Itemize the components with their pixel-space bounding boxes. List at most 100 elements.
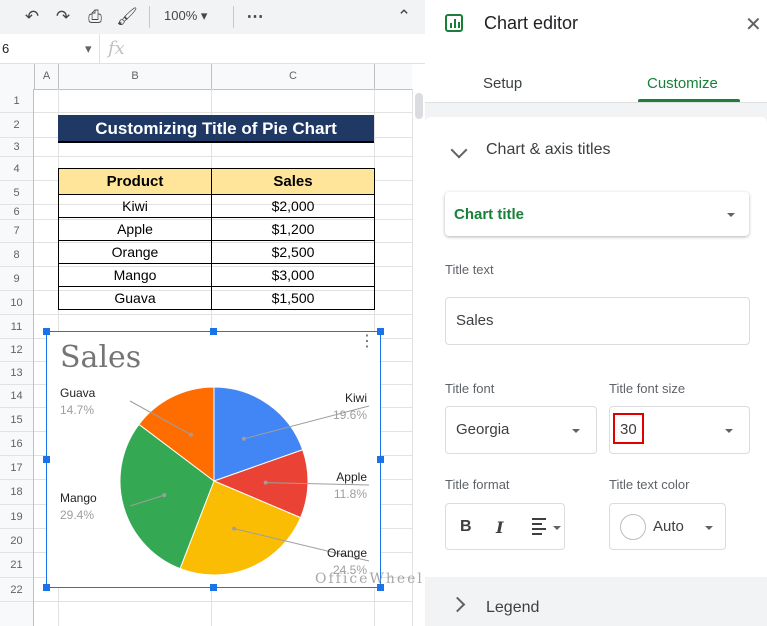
chevron-down-icon: ▾ (85, 41, 92, 56)
title-text-label: Title text (445, 262, 494, 277)
row-header-22[interactable]: 22 (0, 578, 33, 602)
pie-chart[interactable]: Sales ⋮ Kiwi 19.6% Apple 11.8% Orange 24.5% Ma… (43, 328, 384, 591)
product-cell[interactable]: Apple (58, 217, 212, 241)
row-header-16[interactable]: 16 (0, 432, 33, 456)
vertical-scrollbar[interactable] (412, 89, 426, 626)
title-font-select[interactable]: Georgia (445, 406, 597, 454)
header-product[interactable]: Product (58, 168, 212, 195)
leader-dot (232, 526, 237, 531)
data-table: Product Sales Kiwi $2,000 Apple $1,200 Ora… (58, 168, 375, 310)
title-text-color-select[interactable]: Auto (609, 503, 726, 550)
title-type-select[interactable]: Chart title (445, 192, 749, 236)
name-box-value: 6 (2, 41, 10, 56)
slice-percent: 29.4% (60, 508, 95, 522)
title-font-size-select[interactable]: 30 (609, 406, 750, 454)
color-swatch (620, 514, 646, 540)
print-icon[interactable]: ⎙ (84, 6, 106, 28)
chevron-down-icon[interactable] (450, 141, 468, 159)
leader-dot (162, 493, 167, 498)
editor-tabs: Setup Customize (425, 50, 767, 103)
table-row: Orange $2,500 (58, 240, 375, 264)
zoom-value: 100% (164, 8, 198, 23)
row-header-10[interactable]: 10 (0, 291, 33, 315)
chart-editor-header: Chart editor ✕ (425, 0, 767, 50)
section-legend[interactable]: Legend (425, 585, 767, 626)
title-font-size-label: Title font size (609, 381, 686, 396)
product-cell[interactable]: Orange (58, 240, 212, 264)
product-cell[interactable]: Mango (58, 263, 212, 287)
undo-icon[interactable]: ↶ (21, 6, 43, 28)
row-header-19[interactable]: 19 (0, 505, 33, 529)
tab-customize[interactable]: Customize (647, 75, 718, 92)
dropdown-caret-icon (572, 429, 580, 433)
sheet-title-cell[interactable]: Customizing Title of Pie Chart (58, 115, 374, 143)
paint-format-icon[interactable]: 🖌 (116, 6, 138, 28)
section-chart-axis-titles[interactable]: Chart & axis titles (486, 141, 610, 159)
grid-line (34, 601, 412, 602)
redo-icon[interactable]: ↷ (52, 6, 74, 28)
more-icon[interactable]: ⋯ (244, 6, 266, 28)
row-header-12[interactable]: 12 (0, 339, 33, 362)
scrollbar-thumb[interactable] (415, 93, 423, 119)
sales-cell[interactable]: $3,000 (211, 263, 375, 287)
tab-setup[interactable]: Setup (483, 75, 522, 92)
row-header-4[interactable]: 4 (0, 157, 33, 181)
title-font-label: Title font (445, 381, 495, 396)
sales-cell[interactable]: $1,200 (211, 217, 375, 241)
grid-line (34, 112, 412, 113)
name-box[interactable]: 6 ▾ (0, 34, 100, 63)
column-header-a[interactable]: A (34, 64, 58, 89)
row-header-18[interactable]: 18 (0, 480, 33, 505)
title-text-input[interactable]: Sales (445, 297, 750, 345)
select-all-corner[interactable] (0, 64, 34, 89)
row-header-21[interactable]: 21 (0, 553, 33, 578)
chart-editor-title: Chart editor (484, 13, 579, 33)
zoom-select[interactable]: 100% ▾ (164, 8, 207, 24)
italic-button[interactable]: I (496, 518, 503, 537)
row-header-11[interactable]: 11 (0, 315, 33, 339)
toolbar-divider (233, 6, 234, 28)
slice-label: Guava (60, 386, 96, 400)
title-format-label: Title format (445, 477, 510, 492)
row-header-7[interactable]: 7 (0, 220, 33, 243)
slice-label: Mango (60, 491, 97, 505)
row-header-13[interactable]: 13 (0, 362, 33, 385)
column-header-c[interactable]: C (211, 64, 374, 89)
dropdown-caret-icon (727, 213, 735, 217)
active-tab-indicator (638, 99, 740, 102)
table-row: Mango $3,000 (58, 263, 375, 287)
sales-cell[interactable]: $2,000 (211, 194, 375, 218)
title-text-color-label: Title text color (609, 477, 690, 492)
grid-line (34, 314, 412, 315)
slice-percent: 11.8% (333, 487, 367, 501)
row-header-3[interactable]: 3 (0, 138, 33, 157)
product-cell[interactable]: Kiwi (58, 194, 212, 218)
sales-cell[interactable]: $1,500 (211, 286, 375, 310)
bold-button[interactable]: B (460, 518, 472, 536)
column-header-d[interactable] (374, 64, 412, 89)
chevron-right-icon (449, 596, 466, 613)
row-header-5[interactable]: 5 (0, 181, 33, 205)
sales-cell[interactable]: $2,500 (211, 240, 375, 264)
product-cell[interactable]: Guava (58, 286, 212, 310)
row-header-15[interactable]: 15 (0, 408, 33, 432)
watermark: OfficeWheel (315, 571, 424, 587)
close-icon[interactable]: ✕ (745, 12, 762, 37)
grid-line (34, 156, 412, 157)
row-header-20[interactable]: 20 (0, 529, 33, 553)
row-header-1[interactable]: 1 (0, 89, 33, 113)
dropdown-caret-icon (705, 526, 713, 530)
leader-dot (263, 480, 268, 485)
row-header-14[interactable]: 14 (0, 385, 33, 408)
row-header-9[interactable]: 9 (0, 267, 33, 291)
row-header-6[interactable]: 6 (0, 205, 33, 220)
header-sales[interactable]: Sales (211, 168, 375, 195)
formula-bar: 6 ▾ fx (0, 34, 425, 64)
row-header-2[interactable]: 2 (0, 113, 33, 138)
column-header-b[interactable]: B (58, 64, 211, 89)
row-header-17[interactable]: 17 (0, 456, 33, 480)
align-left-icon[interactable] (532, 518, 548, 538)
collapse-icon[interactable]: ⌃ (393, 6, 415, 28)
row-header-8[interactable]: 8 (0, 243, 33, 267)
dropdown-caret-icon (553, 526, 561, 530)
